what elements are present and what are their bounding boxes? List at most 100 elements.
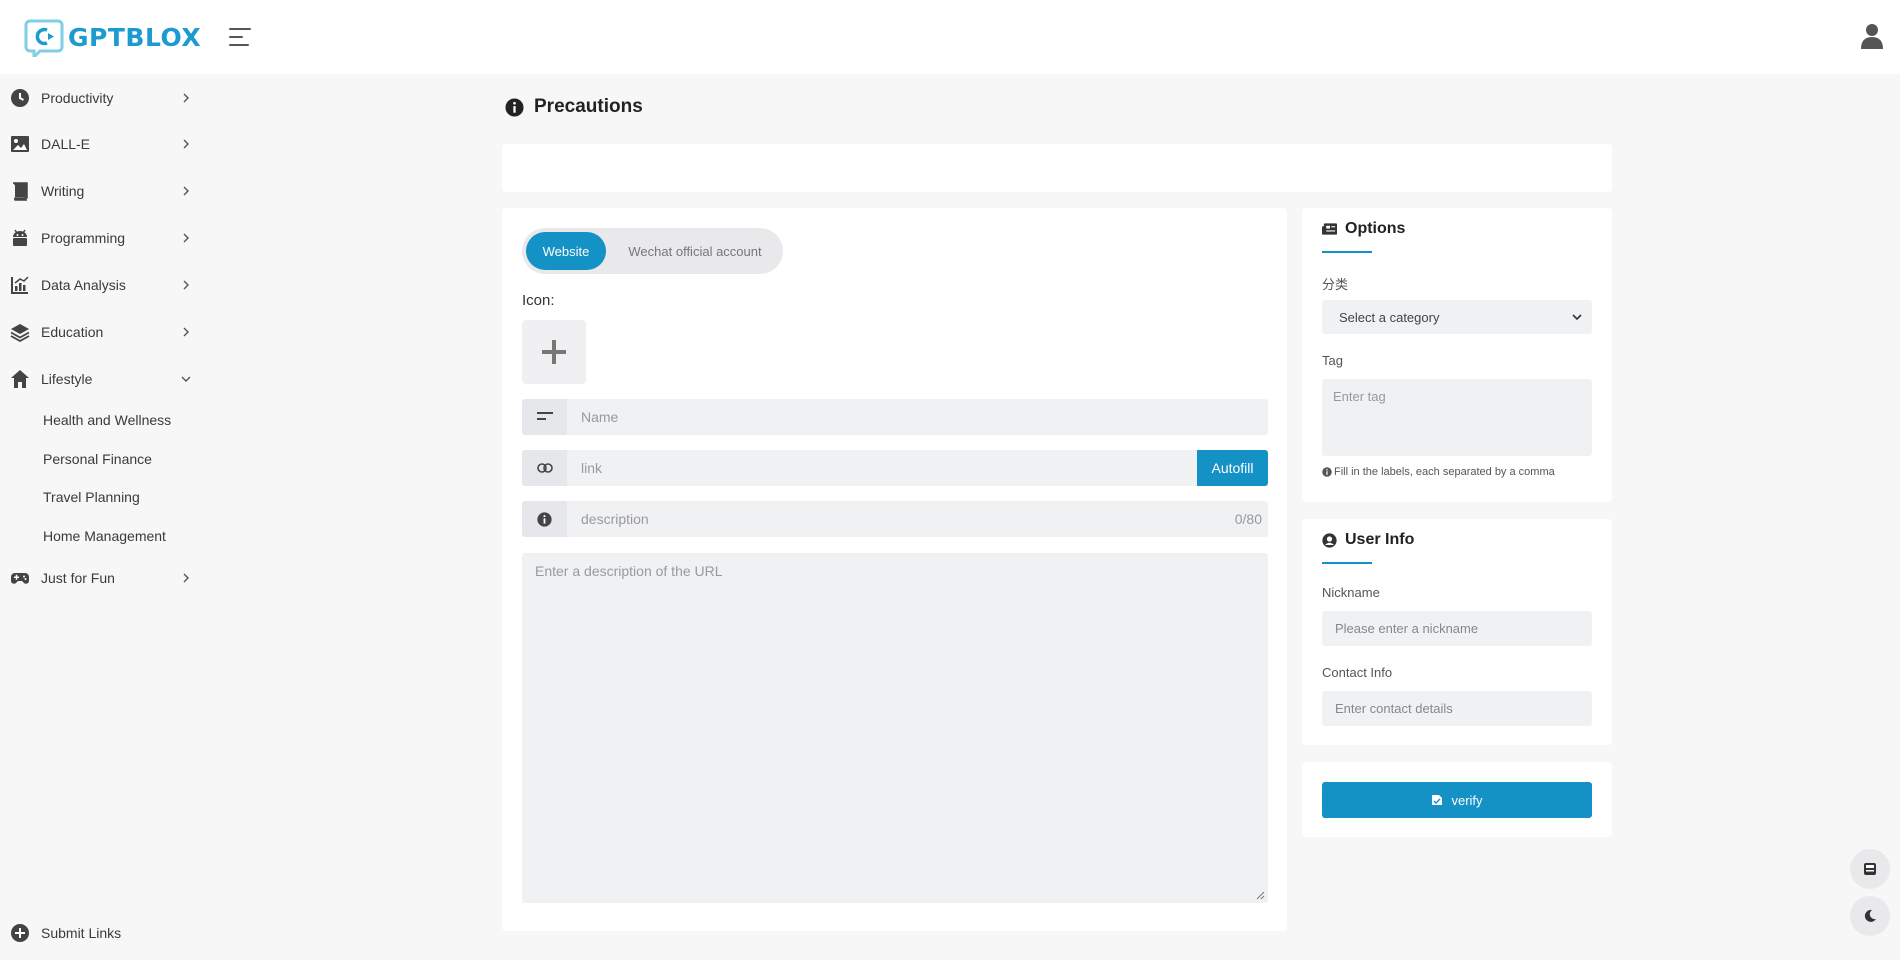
submit-links-link[interactable]: Submit Links bbox=[0, 913, 200, 953]
source-type-toggle: Website Wechat official account bbox=[522, 228, 783, 274]
sidebar-item-writing[interactable]: Writing bbox=[0, 171, 200, 211]
sidebar-item-programming[interactable]: Programming bbox=[0, 218, 200, 258]
submission-form: Website Wechat official account Icon: Au… bbox=[502, 208, 1287, 931]
sidebar-item-label: Data Analysis bbox=[41, 277, 126, 293]
layers-icon bbox=[10, 324, 30, 342]
verify-button[interactable]: verify bbox=[1322, 782, 1592, 818]
link-addon bbox=[522, 450, 567, 486]
logo[interactable]: GPTBLOX bbox=[24, 17, 201, 57]
sidebar-item-label: Just for Fun bbox=[41, 570, 115, 586]
user-icon[interactable] bbox=[1860, 22, 1884, 50]
options-underline bbox=[1322, 251, 1372, 253]
chevron-right-icon bbox=[183, 280, 189, 290]
sidebar: Productivity DALL-E Writing Programming … bbox=[0, 74, 200, 960]
category-label: 分类 bbox=[1322, 277, 1349, 292]
sidebar-item-label: Writing bbox=[41, 183, 85, 199]
link-input[interactable] bbox=[567, 450, 1197, 486]
chevron-right-icon bbox=[183, 573, 189, 583]
autofill-button[interactable]: Autofill bbox=[1197, 450, 1268, 486]
calculator-icon bbox=[1864, 863, 1876, 875]
link-field-group: Autofill bbox=[522, 450, 1268, 486]
tag-textarea[interactable] bbox=[1322, 379, 1592, 456]
plus-circle-icon bbox=[11, 924, 29, 942]
icon-label: Icon: bbox=[522, 292, 555, 309]
info-icon bbox=[1322, 467, 1332, 477]
image-icon bbox=[11, 136, 29, 152]
url-description-textarea[interactable] bbox=[522, 553, 1268, 903]
description-addon bbox=[522, 501, 567, 537]
tag-hint-text: Fill in the labels, each separated by a … bbox=[1334, 466, 1555, 478]
category-select[interactable]: Select a category bbox=[1322, 300, 1592, 334]
tag-hint: Fill in the labels, each separated by a … bbox=[1322, 466, 1555, 478]
sidebar-item-data-analysis[interactable]: Data Analysis bbox=[0, 265, 200, 305]
android-icon bbox=[13, 229, 27, 246]
resize-grip-icon[interactable] bbox=[1256, 891, 1265, 900]
brand-name: GPTBLOX bbox=[68, 22, 202, 52]
contact-input[interactable] bbox=[1322, 691, 1592, 726]
sidebar-item-label: Lifestyle bbox=[41, 371, 93, 387]
sidebar-item-dall-e[interactable]: DALL-E bbox=[0, 124, 200, 164]
calculator-float-button[interactable] bbox=[1850, 849, 1890, 889]
user-info-title: User Info bbox=[1345, 531, 1415, 548]
page-title: Precautions bbox=[534, 96, 643, 117]
sidebar-item-education[interactable]: Education bbox=[0, 312, 200, 352]
top-bar: GPTBLOX bbox=[0, 0, 1900, 74]
sidebar-item-label: Programming bbox=[41, 230, 126, 246]
chevron-right-icon bbox=[183, 93, 189, 103]
name-input[interactable] bbox=[567, 399, 1268, 435]
sidebar-item-productivity[interactable]: Productivity bbox=[0, 78, 200, 118]
sidebar-subitem-travel-planning[interactable]: Travel Planning bbox=[43, 489, 140, 505]
sidebar-subitem-health-and-wellness[interactable]: Health and Wellness bbox=[43, 412, 171, 428]
text-lines-icon bbox=[536, 412, 553, 420]
sidebar-subitem-personal-finance[interactable]: Personal Finance bbox=[43, 451, 152, 467]
sidebar-item-lifestyle[interactable]: Lifestyle bbox=[0, 359, 200, 399]
info-icon bbox=[505, 97, 524, 117]
theme-toggle-button[interactable] bbox=[1850, 896, 1890, 936]
chevron-down-icon bbox=[181, 376, 191, 382]
contact-label: Contact Info bbox=[1322, 665, 1393, 680]
description-input[interactable] bbox=[567, 501, 1207, 537]
home-icon bbox=[11, 370, 29, 388]
sidebar-item-label: Productivity bbox=[41, 90, 114, 106]
icon-upload-button[interactable] bbox=[522, 320, 586, 384]
url-description-field bbox=[522, 553, 1268, 903]
logo-icon bbox=[24, 19, 64, 57]
nickname-input[interactable] bbox=[1322, 611, 1592, 646]
chevron-right-icon bbox=[183, 233, 189, 243]
nickname-field bbox=[1322, 611, 1592, 646]
link-icon bbox=[536, 463, 553, 473]
sidebar-item-label: DALL-E bbox=[41, 136, 91, 152]
chevron-down-icon bbox=[1572, 314, 1582, 321]
precautions-box bbox=[502, 144, 1612, 192]
shield-check-icon bbox=[1432, 795, 1443, 805]
options-title: Options bbox=[1345, 220, 1406, 237]
hamburger-icon[interactable] bbox=[229, 26, 253, 48]
name-field-group bbox=[522, 399, 1268, 435]
info-icon bbox=[537, 511, 552, 527]
sidebar-item-just-for-fun[interactable]: Just for Fun bbox=[0, 558, 200, 598]
user-circle-icon bbox=[1322, 532, 1337, 548]
clock-icon bbox=[11, 89, 29, 107]
chart-icon bbox=[11, 276, 29, 294]
nickname-label: Nickname bbox=[1322, 585, 1380, 600]
user-info-header: User Info bbox=[1322, 531, 1414, 549]
gamepad-icon bbox=[11, 573, 29, 584]
submit-links-label: Submit Links bbox=[41, 925, 122, 941]
user-info-card: User Info Nickname Contact Info bbox=[1302, 519, 1612, 745]
verify-card: verify bbox=[1302, 762, 1612, 837]
newspaper-icon bbox=[1322, 223, 1337, 235]
toggle-wechat[interactable]: Wechat official account bbox=[612, 232, 778, 270]
category-selected-value: Select a category bbox=[1339, 309, 1440, 325]
sidebar-subitem-home-management[interactable]: Home Management bbox=[43, 528, 166, 544]
chevron-right-icon bbox=[183, 327, 189, 337]
options-header: Options bbox=[1322, 220, 1405, 238]
chevron-right-icon bbox=[183, 139, 189, 149]
moon-icon bbox=[1864, 909, 1876, 922]
chevron-right-icon bbox=[183, 186, 189, 196]
name-addon bbox=[522, 399, 567, 435]
description-counter: 0/80 bbox=[1234, 511, 1262, 527]
sidebar-item-label: Education bbox=[41, 324, 104, 340]
tag-field bbox=[1322, 379, 1592, 456]
book-icon bbox=[13, 182, 28, 201]
toggle-website[interactable]: Website bbox=[526, 232, 606, 270]
